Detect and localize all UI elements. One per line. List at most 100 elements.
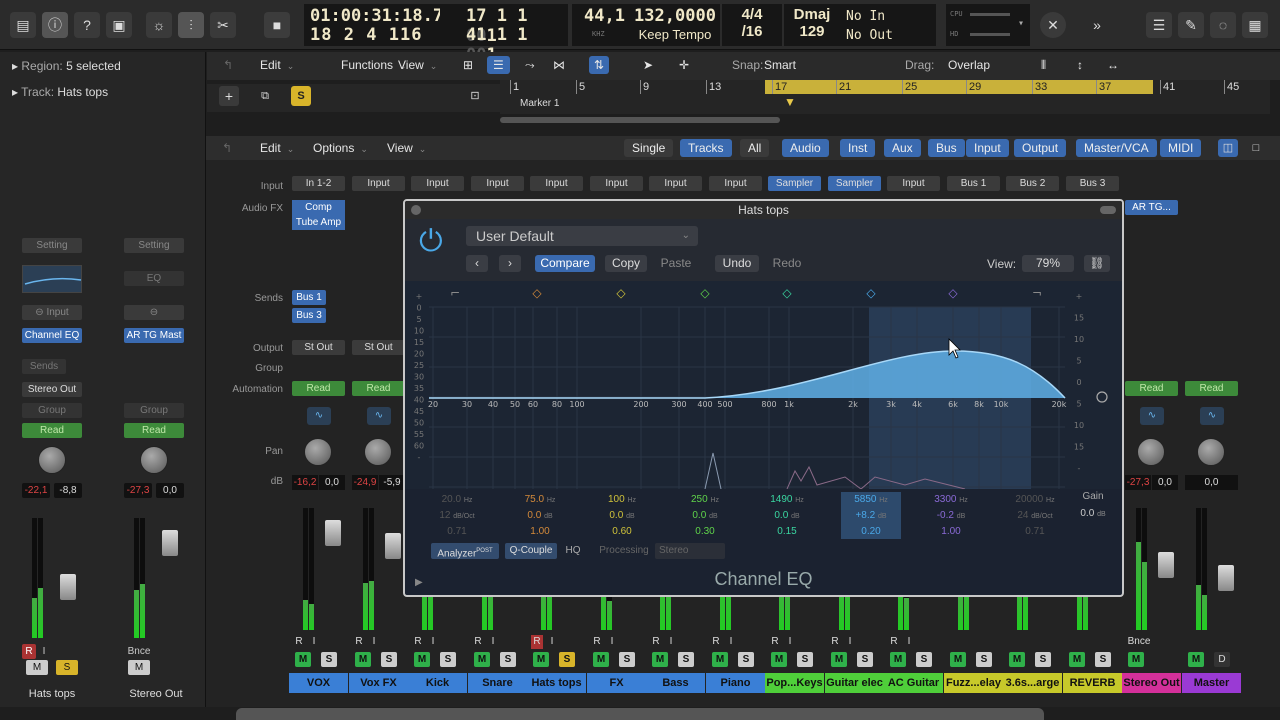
input-slot[interactable]: Input (709, 176, 762, 191)
band-gain[interactable]: 12 dB/Oct (427, 508, 487, 524)
band-q[interactable]: 1.00 (921, 524, 981, 539)
band-parameters[interactable]: 20000 Hz 24 dB/Oct 0.71 (1005, 492, 1065, 539)
preset-select[interactable]: User Default ⌄ (466, 226, 698, 246)
ar-tg-slot[interactable]: AR TG Mast (124, 328, 184, 343)
automation-mode[interactable]: Read (1185, 381, 1238, 396)
channel-name[interactable]: 3.6s...arge (1003, 673, 1062, 693)
eq-slot[interactable]: EQ (124, 271, 184, 286)
inspector-icon[interactable]: ⓘ (42, 12, 68, 38)
input-monitor-button[interactable]: I (427, 635, 439, 649)
setting-button[interactable]: Setting (22, 238, 82, 253)
ruler-bar-number[interactable]: 9 (640, 80, 649, 94)
next-preset-icon[interactable]: › (499, 255, 521, 272)
band-gain[interactable]: 0.0 dB (757, 508, 817, 524)
volume-fader[interactable] (1158, 552, 1174, 578)
mute-button[interactable]: M (890, 652, 906, 667)
audio-fx-slot[interactable]: Tube Amp (292, 215, 345, 230)
filter-aux[interactable]: Aux (884, 139, 921, 157)
global-tracks-icon[interactable]: ⊡ (465, 86, 485, 106)
band-frequency[interactable]: 1490 Hz (757, 492, 817, 508)
narrow-strips-icon[interactable]: ◫ (1218, 139, 1238, 157)
channel-eq-slot[interactable]: Channel EQ (22, 328, 82, 343)
key-display[interactable]: Dmaj 129 (784, 4, 840, 46)
waveform-icon[interactable]: ∿ (1140, 407, 1164, 425)
ruler-bar-number[interactable]: 25 (902, 80, 917, 94)
input-slot[interactable]: In 1-2 (292, 176, 345, 191)
undo-button[interactable]: Undo (715, 255, 759, 272)
channel-name[interactable]: Bass (646, 673, 705, 693)
input-slot[interactable]: Input (649, 176, 702, 191)
mute-button[interactable]: M (474, 652, 490, 667)
band-parameters[interactable]: 250 Hz 0.0 dB 0.30 (675, 492, 735, 539)
track-row[interactable]: ▸ Track: Hats tops (12, 85, 108, 99)
record-button[interactable]: R (531, 635, 543, 649)
input-slot[interactable]: Input (887, 176, 940, 191)
channel-name[interactable]: Vox FX (349, 673, 408, 693)
playhead-icon[interactable]: ▼ (784, 95, 796, 109)
band-frequency[interactable]: 75.0 Hz (510, 492, 570, 508)
ruler-bar-number[interactable]: 41 (1160, 80, 1175, 94)
channel-name[interactable]: Hats tops (527, 673, 586, 693)
output-slot[interactable]: Stereo Out (22, 382, 82, 397)
mixer-mode-single[interactable]: Single (624, 139, 674, 157)
band-parameters[interactable]: 20.0 Hz 12 dB/Oct 0.71 (427, 492, 487, 539)
mute-button[interactable]: M (593, 652, 609, 667)
hq-button[interactable]: HQ (563, 543, 583, 559)
mute-button[interactable]: M (1009, 652, 1025, 667)
volume-fader[interactable] (60, 574, 76, 600)
ruler-bar-number[interactable]: 13 (706, 80, 721, 94)
flex-icon[interactable]: ⋈ (553, 58, 565, 72)
input-slot[interactable]: Input (411, 176, 464, 191)
mute-button[interactable]: M (1128, 652, 1144, 667)
mixer-icon[interactable]: ⫶ (178, 12, 204, 38)
mute-button[interactable]: M (712, 652, 728, 667)
volume-fader[interactable] (1218, 565, 1234, 591)
input-monitor-button[interactable]: I (487, 635, 499, 649)
ruler-bar-number[interactable]: 29 (966, 80, 981, 94)
group-slot[interactable]: Group (22, 403, 82, 418)
filter-inst[interactable]: Inst (840, 139, 876, 157)
volume-fader[interactable] (325, 520, 341, 546)
time-display[interactable]: 01:00:31:18.78 18 2 4 116 (304, 4, 453, 46)
waveform-icon[interactable]: ∿ (307, 407, 331, 425)
input-monitor-button[interactable]: I (606, 635, 618, 649)
band-handle-icon[interactable]: ◇ (532, 286, 542, 300)
link-icon[interactable]: ⛓ (1084, 255, 1110, 272)
band-gain[interactable]: 24 dB/Oct (1005, 508, 1065, 524)
channel-name[interactable]: Guitar elec (825, 673, 884, 693)
band-handle-icon[interactable]: ◇ (948, 286, 958, 300)
input-slot[interactable]: Sampler (828, 176, 881, 191)
marker-label[interactable]: Marker 1 (520, 98, 559, 109)
solo-button[interactable]: S (916, 652, 932, 667)
band-gain[interactable]: 0.0 dB (675, 508, 735, 524)
analyzer-button[interactable]: AnalyzerPOST (431, 543, 499, 559)
band-q[interactable]: 1.00 (510, 524, 570, 539)
mute-button[interactable]: M (533, 652, 549, 667)
input-monitor-button[interactable]: I (844, 635, 856, 649)
mute-button[interactable]: M (652, 652, 668, 667)
band-q[interactable]: 0.15 (757, 524, 817, 539)
solo-button[interactable]: S (381, 652, 397, 667)
channel-name[interactable]: Kick (408, 673, 467, 693)
volume-fader[interactable] (385, 533, 401, 559)
solo-button[interactable]: S (797, 652, 813, 667)
pan-knob[interactable] (1197, 438, 1225, 466)
band-q[interactable]: 0.71 (427, 524, 487, 539)
input-monitor-button[interactable]: I (308, 635, 320, 649)
channel-name[interactable]: AC Guitar (884, 673, 943, 693)
browsers-icon[interactable]: ▦ (1242, 12, 1268, 38)
automation-mode[interactable]: Read (22, 423, 82, 438)
mixer-options-menu[interactable]: Options ⌄ (313, 141, 368, 155)
ruler-bar-number[interactable]: 17 (772, 80, 787, 94)
back-arrow-icon[interactable]: ↰ (222, 141, 232, 155)
bounce-button[interactable]: Bnce (1125, 635, 1153, 649)
channel-name[interactable]: Snare (468, 673, 527, 693)
scissors-icon[interactable]: ✂ (210, 12, 236, 38)
output-slot[interactable]: St Out (292, 340, 345, 355)
send-slot[interactable]: Bus 1 (292, 290, 326, 305)
plugin-title[interactable]: Hats tops (405, 201, 1122, 219)
filter-input[interactable]: Input (966, 139, 1009, 157)
pan-knob[interactable] (304, 438, 332, 466)
ruler[interactable]: 1 5 9 13 17 21 25 29 33 37 41 45 Marker 1 ▼ (500, 80, 1270, 123)
pan-knob[interactable] (364, 438, 392, 466)
